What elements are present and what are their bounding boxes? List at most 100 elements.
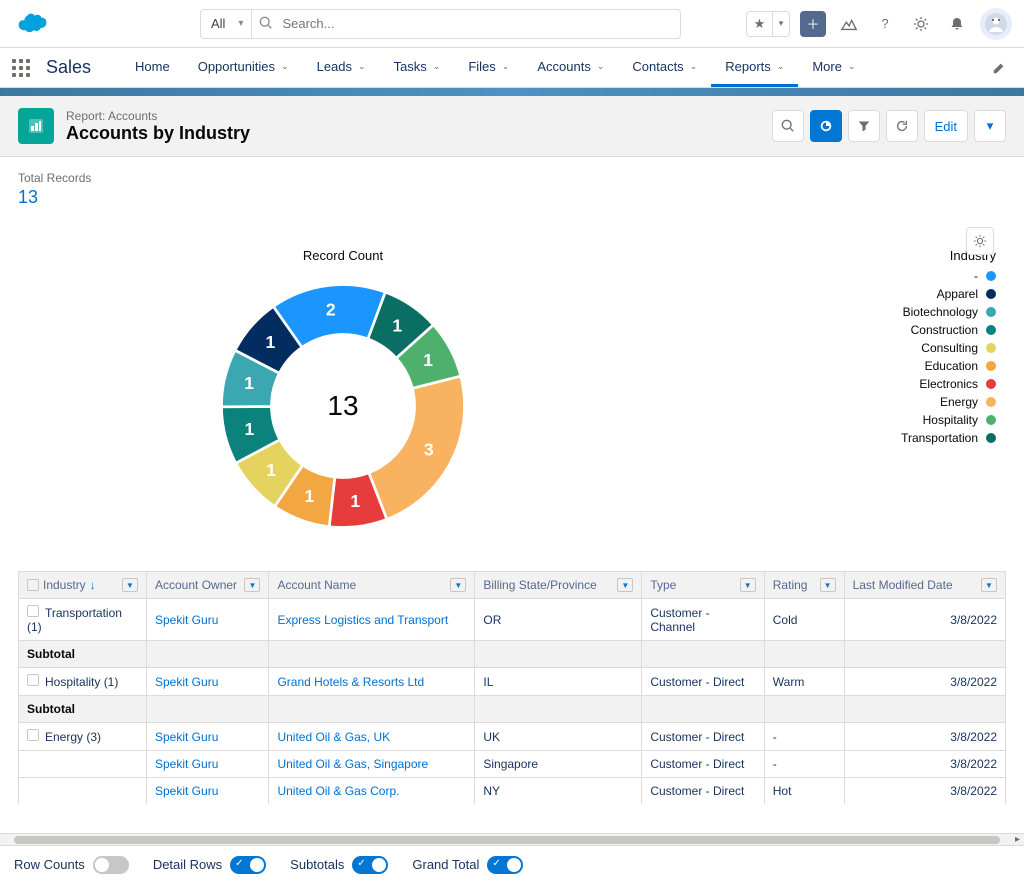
report-header: Report: Accounts Accounts by Industry Ed… (0, 96, 1024, 157)
search-in-report-button[interactable] (772, 110, 804, 142)
edit-pencil-icon[interactable] (986, 55, 1012, 81)
donut-segment[interactable] (369, 376, 465, 519)
search-icon (259, 16, 273, 33)
table-row: Energy (3)Spekit GuruUnited Oil & Gas, U… (19, 723, 1006, 751)
column-menu-icon[interactable]: ▼ (450, 578, 466, 592)
edit-button[interactable]: Edit (924, 110, 968, 142)
chevron-down-icon[interactable]: ⌄ (777, 61, 785, 72)
sort-arrow-icon: ↓ (90, 578, 96, 592)
global-header: All ★ ▾ ＋ ? (0, 0, 1024, 48)
notifications-bell-icon[interactable] (944, 11, 970, 37)
chevron-down-icon[interactable]: ⌄ (433, 61, 441, 72)
row-counts-toggle[interactable]: ✓ (93, 856, 129, 874)
account-name-link[interactable]: Grand Hotels & Resorts Ltd (277, 675, 424, 689)
chart-settings-gear-icon[interactable] (966, 227, 994, 255)
donut-chart[interactable]: 2113111111 13 (208, 271, 478, 541)
svg-text:1: 1 (265, 332, 275, 352)
column-header[interactable]: Type▼ (642, 572, 764, 599)
account-name-link[interactable]: United Oil & Gas, Singapore (277, 757, 428, 771)
salesforce-logo (12, 11, 50, 37)
column-header[interactable]: Billing State/Province▼ (475, 572, 642, 599)
global-search-input[interactable] (251, 9, 681, 39)
row-checkbox[interactable] (27, 605, 39, 617)
horizontal-scrollbar[interactable]: ▸ (0, 833, 1024, 845)
favorites-star-icon[interactable]: ★ (746, 11, 772, 37)
report-subtitle: Report: Accounts (66, 109, 250, 123)
total-records-value: 13 (18, 187, 1006, 208)
svg-text:1: 1 (266, 460, 276, 480)
table-row: Hospitality (1)Spekit GuruGrand Hotels &… (19, 668, 1006, 696)
legend-item[interactable]: Biotechnology (901, 305, 996, 319)
legend-item[interactable]: Hospitality (901, 413, 996, 427)
row-checkbox[interactable] (27, 729, 39, 741)
account-owner-link[interactable]: Spekit Guru (155, 675, 218, 689)
nav-tab-leads[interactable]: Leads⌄ (303, 48, 380, 87)
favorites-dropdown-icon[interactable]: ▾ (772, 11, 790, 37)
app-launcher-icon[interactable] (12, 59, 30, 77)
legend-item[interactable]: Consulting (901, 341, 996, 355)
account-name-link[interactable]: Express Logistics and Transport (277, 613, 448, 627)
column-header[interactable]: Industry↓▼ (19, 572, 147, 599)
chart-title: Record Count (303, 248, 383, 263)
nav-tab-reports[interactable]: Reports⌄ (711, 48, 798, 87)
nav-tab-home[interactable]: Home (121, 48, 184, 87)
chevron-down-icon[interactable]: ⌄ (358, 61, 366, 72)
filter-button[interactable] (848, 110, 880, 142)
column-header[interactable]: Account Name▼ (269, 572, 475, 599)
svg-text:1: 1 (244, 373, 254, 393)
account-name-link[interactable]: United Oil & Gas Corp. (277, 784, 399, 798)
user-avatar[interactable] (980, 8, 1012, 40)
grand-total-toggle[interactable]: ✓ (487, 856, 523, 874)
legend-item[interactable]: Electronics (901, 377, 996, 391)
legend-item[interactable]: Education (901, 359, 996, 373)
trailhead-icon[interactable] (836, 11, 862, 37)
refresh-button[interactable] (886, 110, 918, 142)
chart-legend: Industry -ApparelBiotechnologyConstructi… (901, 248, 996, 541)
column-header[interactable]: Account Owner▼ (147, 572, 269, 599)
row-checkbox[interactable] (27, 674, 39, 686)
nav-tab-accounts[interactable]: Accounts⌄ (523, 48, 618, 87)
column-menu-icon[interactable]: ▼ (820, 578, 836, 592)
nav-tab-more[interactable]: More⌄ (798, 48, 869, 87)
help-icon[interactable]: ? (872, 11, 898, 37)
legend-item[interactable]: - (901, 269, 996, 283)
svg-text:1: 1 (392, 316, 402, 336)
nav-tab-contacts[interactable]: Contacts⌄ (618, 48, 711, 87)
account-owner-link[interactable]: Spekit Guru (155, 757, 218, 771)
svg-text:2: 2 (326, 300, 336, 320)
nav-tab-files[interactable]: Files⌄ (454, 48, 523, 87)
legend-item[interactable]: Construction (901, 323, 996, 337)
more-actions-dropdown[interactable]: ▾ (974, 110, 1006, 142)
svg-text:1: 1 (423, 350, 433, 370)
column-menu-icon[interactable]: ▼ (981, 578, 997, 592)
toggle-chart-button[interactable] (810, 110, 842, 142)
select-all-checkbox[interactable] (27, 579, 39, 591)
account-owner-link[interactable]: Spekit Guru (155, 784, 218, 798)
nav-tab-tasks[interactable]: Tasks⌄ (380, 48, 455, 87)
chevron-down-icon[interactable]: ⌄ (281, 61, 289, 72)
column-header[interactable]: Rating▼ (764, 572, 844, 599)
chevron-down-icon[interactable]: ⌄ (848, 61, 856, 72)
chevron-down-icon[interactable]: ⌄ (690, 61, 698, 72)
account-name-link[interactable]: United Oil & Gas, UK (277, 730, 390, 744)
setup-gear-icon[interactable] (908, 11, 934, 37)
add-icon[interactable]: ＋ (800, 11, 826, 37)
legend-item[interactable]: Apparel (901, 287, 996, 301)
chevron-down-icon[interactable]: ⌄ (597, 61, 605, 72)
column-menu-icon[interactable]: ▼ (122, 578, 138, 592)
donut-center-value: 13 (327, 390, 358, 422)
column-menu-icon[interactable]: ▼ (617, 578, 633, 592)
legend-item[interactable]: Energy (901, 395, 996, 409)
nav-tab-opportunities[interactable]: Opportunities⌄ (184, 48, 303, 87)
account-owner-link[interactable]: Spekit Guru (155, 730, 218, 744)
detail-rows-toggle[interactable]: ✓ (230, 856, 266, 874)
chevron-down-icon[interactable]: ⌄ (502, 61, 510, 72)
legend-item[interactable]: Transportation (901, 431, 996, 445)
subtotals-toggle[interactable]: ✓ (352, 856, 388, 874)
column-menu-icon[interactable]: ▼ (244, 578, 260, 592)
account-owner-link[interactable]: Spekit Guru (155, 613, 218, 627)
table-row: Transportation (1)Spekit GuruExpress Log… (19, 599, 1006, 641)
column-menu-icon[interactable]: ▼ (740, 578, 756, 592)
search-scope-selector[interactable]: All (200, 9, 251, 39)
column-header[interactable]: Last Modified Date▼ (844, 572, 1005, 599)
